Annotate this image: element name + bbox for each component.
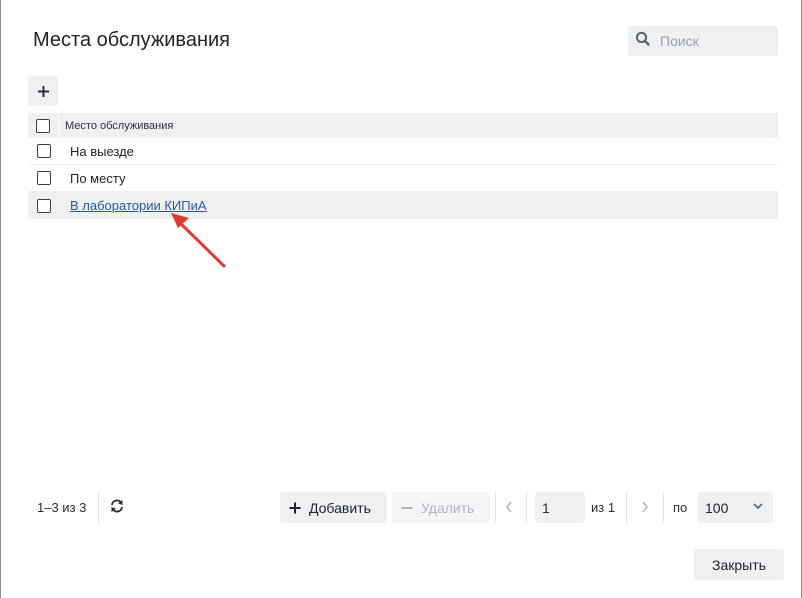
table-row[interactable]: По месту (28, 165, 778, 192)
add-button[interactable]: Добавить (280, 492, 387, 523)
row-label[interactable]: На выезде (59, 144, 134, 159)
dialog-title: Места обслуживания (33, 29, 230, 51)
table-row[interactable]: В лаборатории КИПиА (28, 192, 778, 219)
divider (626, 492, 627, 523)
chevron-down-icon (753, 503, 763, 510)
delete-button[interactable]: Удалить (392, 492, 490, 523)
row-label[interactable]: По месту (59, 171, 125, 186)
row-checkbox[interactable] (36, 144, 51, 158)
service-places-dialog: Места обслуживания Место обслуживания На… (0, 0, 802, 598)
record-count: 1–3 из 3 (37, 500, 87, 515)
plus-icon (289, 502, 301, 513)
page-size-select[interactable]: 100 (698, 492, 773, 523)
refresh-icon (111, 499, 123, 513)
chevron-right-icon[interactable] (640, 499, 650, 515)
table-header: Место обслуживания (28, 113, 778, 138)
minus-icon (401, 506, 413, 509)
chevron-left-icon[interactable] (504, 499, 514, 515)
column-header-service-place[interactable]: Место обслуживания (59, 120, 173, 132)
search-icon (634, 30, 652, 53)
add-button-label: Добавить (309, 499, 371, 516)
select-all-checkbox[interactable] (36, 118, 50, 133)
divider (526, 492, 527, 523)
select-all-cell (28, 113, 59, 138)
divider (663, 492, 664, 523)
page-size-label: по (673, 500, 688, 515)
delete-button-label: Удалить (421, 499, 475, 516)
divider (98, 492, 99, 523)
plus-icon (37, 85, 49, 97)
add-row-button[interactable] (28, 76, 58, 106)
row-checkbox[interactable] (36, 198, 51, 213)
refresh-button[interactable] (109, 498, 125, 516)
page-number-input[interactable] (535, 492, 585, 523)
search-box[interactable] (628, 26, 778, 56)
divider (495, 492, 496, 523)
page-total: из 1 (591, 500, 616, 515)
row-checkbox[interactable] (36, 171, 51, 185)
search-input[interactable] (660, 33, 770, 49)
close-button[interactable]: Закрыть (694, 549, 784, 580)
page-size-value: 100 (705, 499, 729, 516)
service-places-table: Место обслуживания На выезде По месту В … (28, 113, 778, 219)
table-row[interactable]: На выезде (28, 138, 778, 165)
annotation-arrow-icon (171, 213, 226, 268)
